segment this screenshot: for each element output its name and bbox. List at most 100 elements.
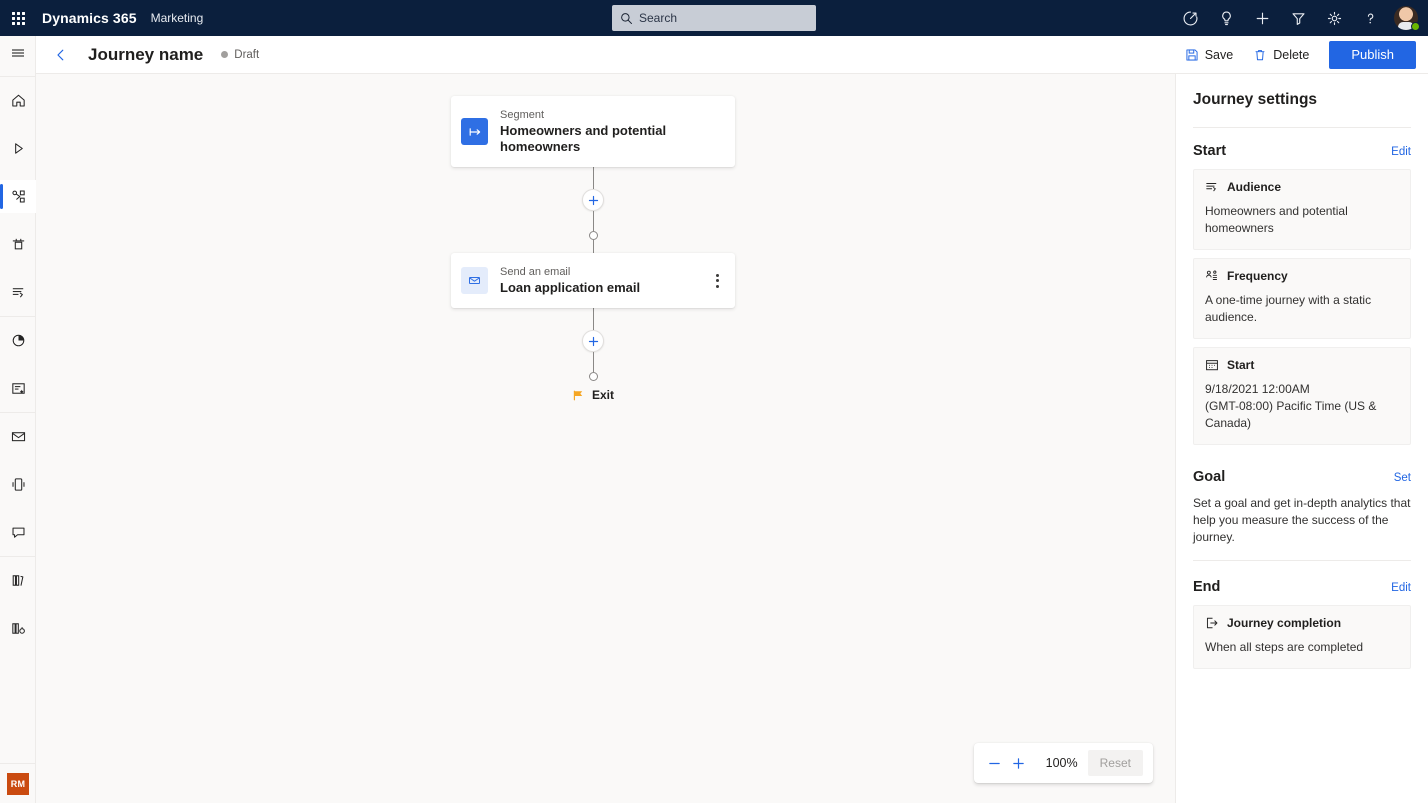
journey-flow: Segment Homeowners and potential homeown… [451,96,735,402]
trial-icon[interactable] [1172,0,1208,36]
email-node-more-menu-icon[interactable] [712,270,723,292]
sidebar-item-segments[interactable] [0,276,36,309]
rail-divider-3 [0,405,35,413]
panel-title: Journey settings [1193,91,1318,108]
command-bar: Journey name Draft Save Delete Publish [36,36,1428,74]
brand-name[interactable]: Dynamics 365 [42,10,137,26]
library-icon [12,575,23,586]
journey-node-email[interactable]: Send an email Loan application email [451,253,735,308]
status-dot-icon [221,51,229,58]
app-name[interactable]: Marketing [151,11,204,25]
journey-settings-panel: Journey settings Start Edit Audience Hom… [1175,74,1428,803]
help-icon[interactable] [1352,0,1388,36]
app-launcher-icon[interactable] [0,0,36,36]
sidebar-item-journeys[interactable] [0,180,36,213]
delete-label: Delete [1273,47,1310,62]
chevron-left-icon [57,49,64,60]
status-label: Draft [234,48,260,61]
journey-completion-heading: Journey completion [1227,616,1342,630]
page-title: Journey name [88,44,204,64]
start-date-line-2: (GMT-08:00) Pacific Time (US & Canada) [1205,399,1377,430]
app-root: Dynamics 365 Marketing Search RM Journey… [0,0,1428,803]
journeys-icon [11,190,25,203]
minus-icon [989,762,1001,764]
sidebar-item-text-messages[interactable] [0,516,36,549]
end-section-header: End Edit [1193,579,1411,595]
email-icon [11,432,25,442]
presence-indicator [1411,22,1420,31]
rail-spacer-3 [0,213,35,228]
back-button[interactable] [44,39,78,71]
audience-card-header: Audience [1205,180,1399,194]
sidebar-item-library[interactable] [0,564,36,597]
push-notification-icon [12,478,24,491]
delete-button[interactable]: Delete [1245,41,1317,69]
connector-line [592,352,594,372]
sidebar-item-settings[interactable] [0,612,36,645]
user-initials-tile[interactable]: RM [7,772,29,795]
zoom-out-button[interactable] [984,750,1006,776]
segment-icon [461,118,488,145]
journey-completion-card-header: Journey completion [1205,616,1399,630]
forms-icon [11,383,25,394]
email-node-text: Send an email Loan application email [500,265,640,296]
top-navigation-bar: Dynamics 365 Marketing [0,0,1428,36]
filter-icon[interactable] [1280,0,1316,36]
rail-divider-2 [0,309,35,317]
goal-section-header: Goal Set [1193,469,1411,485]
text-message-icon [12,527,24,538]
segments-icon [12,288,23,298]
frequency-card[interactable]: Frequency A one-time journey with a stat… [1193,258,1411,339]
avatar[interactable] [1388,0,1424,36]
rail-divider-1 [0,69,35,77]
search-box[interactable] [612,5,816,31]
trash-icon [1255,49,1265,60]
sidebar-item-recent[interactable] [0,132,36,165]
start-date-card-heading: Start [1227,358,1255,372]
journey-canvas[interactable]: Segment Homeowners and potential homeown… [36,74,1175,803]
hamburger-menu-icon[interactable] [0,36,36,69]
frequency-card-header: Frequency [1205,269,1399,283]
sidebar-item-analytics[interactable] [0,324,36,357]
home-icon [11,94,25,107]
panel-divider-1 [1193,127,1411,128]
search-input[interactable] [639,11,808,25]
end-edit-link[interactable]: Edit [1391,582,1411,594]
rail-spacer-4 [0,261,35,276]
sidebar-item-channels[interactable] [0,228,36,261]
search-icon [621,12,633,24]
rail-spacer-7 [0,501,35,516]
exit-label: Exit [591,388,614,402]
start-date-card[interactable]: Start 9/18/2021 12:00AM (GMT-08:00) Paci… [1193,347,1411,445]
sidebar-item-home[interactable] [0,84,36,117]
gear-icon[interactable] [1316,0,1352,36]
lightbulb-icon[interactable] [1208,0,1244,36]
sidebar-item-push-notifications[interactable] [0,468,36,501]
panel-divider-2 [1193,560,1411,561]
connector-node-1[interactable] [588,231,598,240]
publish-button[interactable]: Publish [1329,40,1416,69]
sidebar-item-emails[interactable] [0,420,36,453]
audience-card[interactable]: Audience Homeowners and potential homeow… [1193,169,1411,250]
zoom-control: 100% Reset [974,743,1153,783]
journey-node-segment[interactable]: Segment Homeowners and potential homeown… [451,96,735,167]
frequency-card-body: A one-time journey with a static audienc… [1205,293,1372,324]
plus-icon[interactable] [1244,0,1280,36]
audience-card-heading: Audience [1227,180,1282,194]
connector-line [592,167,594,189]
goal-set-link[interactable]: Set [1394,472,1411,484]
envelope-icon [461,267,488,294]
journey-completion-card[interactable]: Journey completion When all steps are co… [1193,605,1411,669]
flag-icon [573,390,583,400]
zoom-in-button[interactable] [1008,750,1030,776]
start-edit-link[interactable]: Edit [1391,146,1411,158]
email-node-name: Loan application email [500,280,641,295]
save-button[interactable]: Save [1177,41,1242,69]
add-step-button-1[interactable] [582,189,604,211]
add-step-button-2[interactable] [582,330,604,352]
sidebar-item-forms[interactable] [0,372,36,405]
rail-footer: RM [0,763,36,803]
segment-node-name: Homeowners and potential homeowners [500,123,667,154]
connector-node-2[interactable] [588,372,598,381]
zoom-reset-button[interactable]: Reset [1087,750,1143,776]
